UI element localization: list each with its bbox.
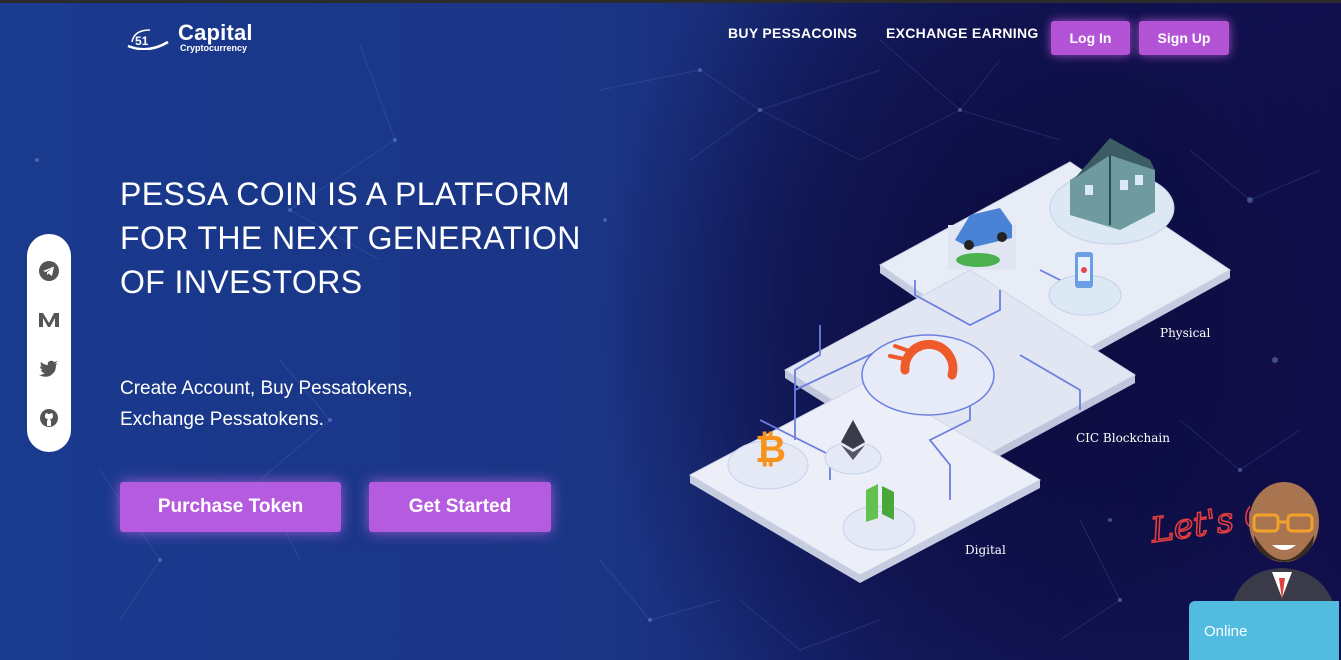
telegram-icon[interactable]: [37, 259, 61, 283]
car-icon: [948, 208, 1016, 270]
nav-buy-pessacoins[interactable]: BUY PESSACOINS: [728, 25, 857, 41]
svg-text:51: 51: [135, 34, 149, 48]
layer-label-digital: Digital: [965, 543, 1006, 557]
get-started-button[interactable]: Get Started: [369, 482, 551, 532]
layer-label-physical: Physical: [1160, 326, 1211, 340]
hero-subtitle-line: Exchange Pessatokens.: [120, 409, 324, 430]
signup-button[interactable]: Sign Up: [1139, 21, 1229, 55]
hero-subtitle: Create Account, Buy Pessatokens, Exchang…: [120, 373, 413, 435]
social-bar: [27, 234, 71, 452]
hero-title: PESSA COIN IS A PLATFORM FOR THE NEXT GE…: [120, 172, 620, 304]
login-button[interactable]: Log In: [1051, 21, 1130, 55]
support-agent-avatar[interactable]: [1222, 480, 1341, 605]
hero-title-line: OF INVESTORS: [120, 264, 363, 300]
purchase-token-button[interactable]: Purchase Token: [120, 482, 341, 532]
medium-icon[interactable]: [37, 308, 61, 332]
chat-online-widget[interactable]: Online: [1189, 601, 1339, 660]
nav-exchange-earning[interactable]: EXCHANGE EARNING: [886, 25, 1039, 41]
cic-logo-icon: [861, 334, 995, 416]
chat-status: Online: [1204, 623, 1248, 640]
layer-label-cic-blockchain: CIC Blockchain: [1076, 431, 1170, 445]
hero-title-line: FOR THE NEXT GENERATION: [120, 220, 581, 256]
hero-subtitle-line: Create Account, Buy Pessatokens,: [120, 378, 413, 399]
brand-tagline: Cryptocurrency: [180, 43, 248, 53]
house-icon: [1049, 138, 1175, 245]
brand-logo[interactable]: 51 Capital Cryptocurrency: [126, 20, 266, 56]
twitter-icon[interactable]: [37, 357, 61, 381]
logo-badge-icon: 51: [127, 29, 169, 50]
svg-text:₿: ₿: [755, 429, 786, 471]
hero-title-line: PESSA COIN IS A PLATFORM: [120, 176, 571, 212]
github-icon[interactable]: [37, 406, 61, 430]
